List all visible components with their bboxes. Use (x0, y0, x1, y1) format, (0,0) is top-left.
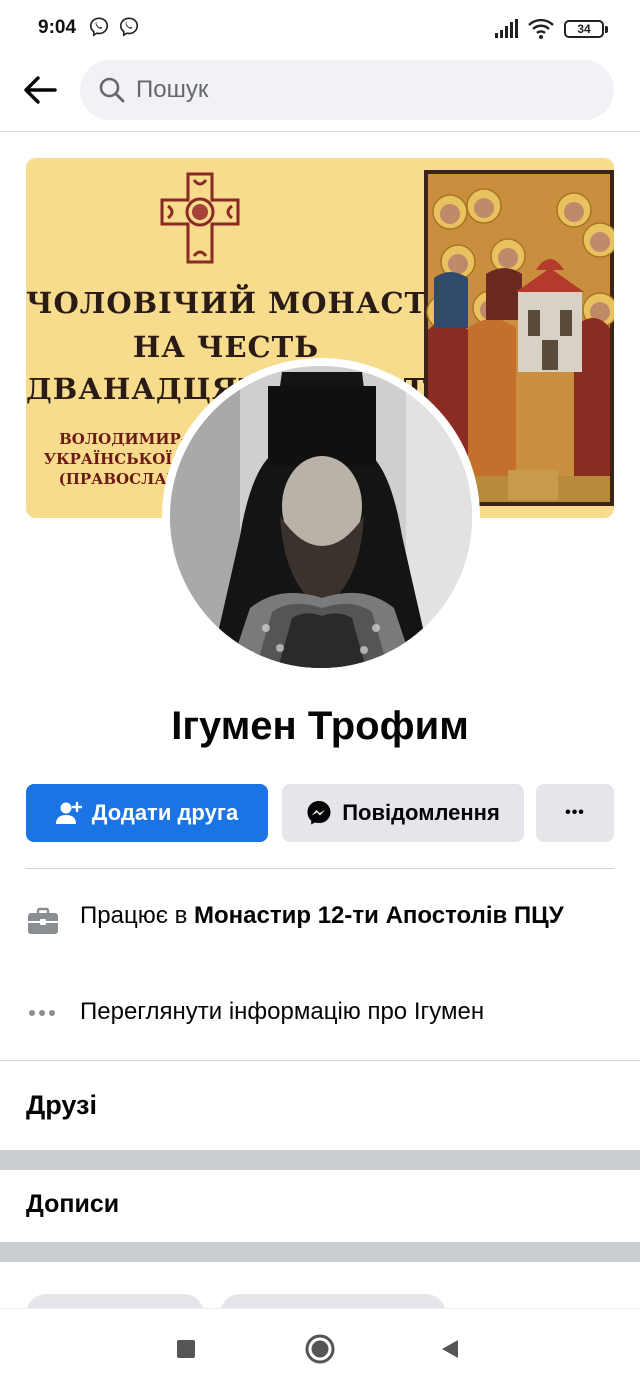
nav-back-button[interactable] (430, 1329, 470, 1369)
work-prefix: Працює в (80, 902, 195, 929)
viber-icon (119, 17, 139, 37)
search-header (0, 58, 640, 132)
viber-icon (89, 17, 109, 37)
search-input[interactable] (136, 76, 556, 104)
search-icon (99, 77, 125, 103)
signal-icon (495, 19, 518, 38)
work-place-link[interactable]: Монастир 12-ти Апостолів ПЦУ (194, 902, 564, 929)
status-time: 9:04 (38, 17, 77, 38)
profile-name: Ігумен Трофим (171, 704, 469, 748)
back-button[interactable] (16, 70, 64, 110)
android-nav-bar (0, 1308, 640, 1386)
section-gap (0, 1242, 640, 1262)
work-info-text: Працює в Монастир 12-ти Апостолів ПЦУ (80, 900, 600, 931)
arrow-left-icon (24, 76, 57, 104)
work-info-row: Працює в Монастир 12-ти Апостолів ПЦУ (26, 900, 614, 970)
home-button[interactable] (300, 1329, 340, 1369)
friends-section-title[interactable]: Друзі (26, 1090, 97, 1121)
avatar-photo (170, 366, 472, 668)
add-friend-label: Додати друга (91, 800, 239, 825)
circle-icon (305, 1334, 335, 1364)
cover-title-line1: ЧОЛОВІЧИЙ МОНАСТИР (26, 286, 479, 320)
status-bar: 9:04 34 (0, 0, 640, 58)
recents-button[interactable] (166, 1329, 206, 1369)
about-info-row[interactable]: Переглянути інформацію про Ігумен (26, 996, 614, 1032)
section-divider (0, 1060, 640, 1061)
see-about-link[interactable]: Переглянути інформацію про Ігумен (80, 996, 600, 1027)
section-gap (0, 1150, 640, 1170)
divider (26, 868, 614, 869)
battery-icon: 34 (564, 20, 608, 38)
posts-section-title[interactable]: Дописи (26, 1190, 119, 1219)
more-options-button[interactable]: ••• (536, 784, 614, 842)
search-bar[interactable] (80, 60, 614, 120)
battery-level: 34 (577, 22, 591, 36)
more-dots-icon (29, 1010, 55, 1016)
add-friend-button[interactable]: Додати друга (26, 784, 268, 842)
briefcase-icon (28, 907, 58, 934)
wifi-icon (528, 18, 554, 39)
messenger-icon (307, 801, 331, 825)
profile-avatar[interactable] (162, 358, 480, 676)
more-options-label: ••• (565, 804, 585, 821)
message-label: Повідомлення (342, 800, 500, 825)
status-icons: 34 (494, 16, 608, 42)
message-button[interactable]: Повідомлення (282, 784, 524, 842)
triangle-back-icon (442, 1340, 458, 1358)
cover-title-line2: НА ЧЕСТЬ (132, 330, 320, 364)
add-friend-icon (55, 801, 82, 824)
square-icon (177, 1340, 195, 1358)
